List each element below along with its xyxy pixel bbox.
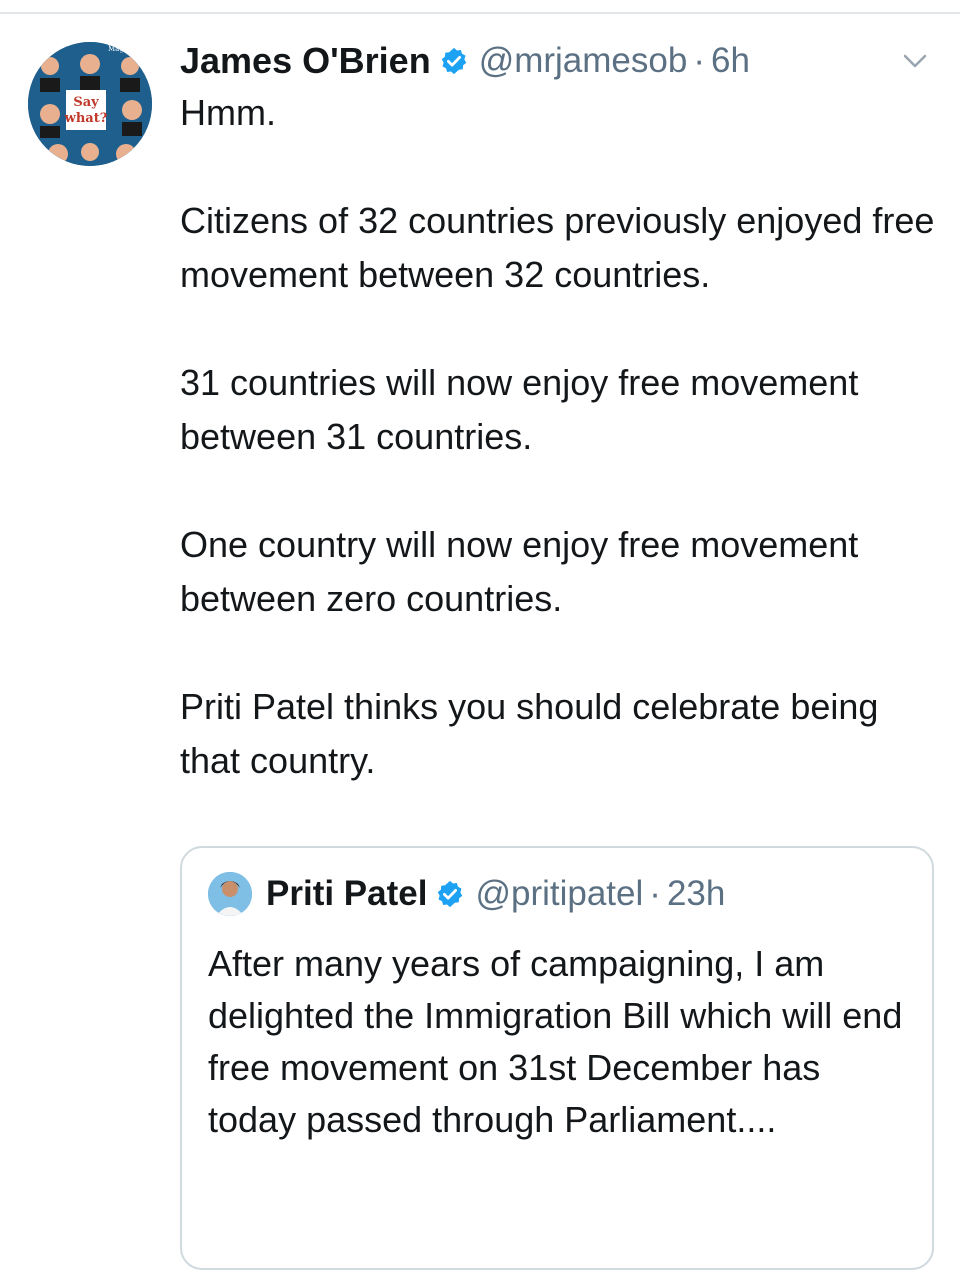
avatar-corner-right-text: Magazin xyxy=(108,45,139,53)
quoted-tweet-timestamp[interactable]: 23h xyxy=(667,874,725,914)
tweet-text: Hmm. Citizens of 32 countries previously… xyxy=(180,86,940,842)
author-avatar[interactable]: Say what? Obse Magazin xyxy=(28,42,152,166)
quoted-author-avatar[interactable] xyxy=(208,872,252,916)
quoted-header-separator: · xyxy=(649,874,661,913)
tweet-timestamp[interactable]: 6h xyxy=(711,41,750,81)
avatar-image: Say what? Obse Magazin xyxy=(28,42,152,166)
quoted-tweet-card[interactable]: Priti Patel @pritipatel · 23h After many… xyxy=(180,846,934,1270)
quoted-tweet-text: After many years of campaigning, I am de… xyxy=(208,943,903,1140)
tweet-paragraph: 31 countries will now enjoy free movemen… xyxy=(180,362,859,457)
quoted-author-name[interactable]: Priti Patel xyxy=(266,874,427,914)
quoted-tweet-header: Priti Patel @pritipatel · 23h xyxy=(266,868,725,920)
avatar-say-text: Say xyxy=(73,95,99,110)
top-divider xyxy=(0,12,960,14)
chevron-down-icon[interactable] xyxy=(900,50,930,72)
tweet-paragraph: One country will now enjoy free movement… xyxy=(180,524,859,619)
avatar-what-text: what? xyxy=(64,111,108,126)
tweet-header: James O'Brien @mrjamesob · 6h xyxy=(180,36,750,86)
header-separator: · xyxy=(693,41,705,80)
tweet-paragraph: Hmm. xyxy=(180,92,276,133)
tweet-paragraph: Priti Patel thinks you should celebrate … xyxy=(180,686,879,781)
avatar-corner-left-text: Obse xyxy=(34,45,52,53)
verified-badge-icon xyxy=(439,46,469,76)
tweet-paragraph: Citizens of 32 countries previously enjo… xyxy=(180,200,935,295)
verified-badge-icon xyxy=(435,879,465,909)
author-name[interactable]: James O'Brien xyxy=(180,40,431,82)
author-handle[interactable]: @mrjamesob xyxy=(479,41,688,81)
quoted-author-handle[interactable]: @pritipatel xyxy=(475,874,643,914)
